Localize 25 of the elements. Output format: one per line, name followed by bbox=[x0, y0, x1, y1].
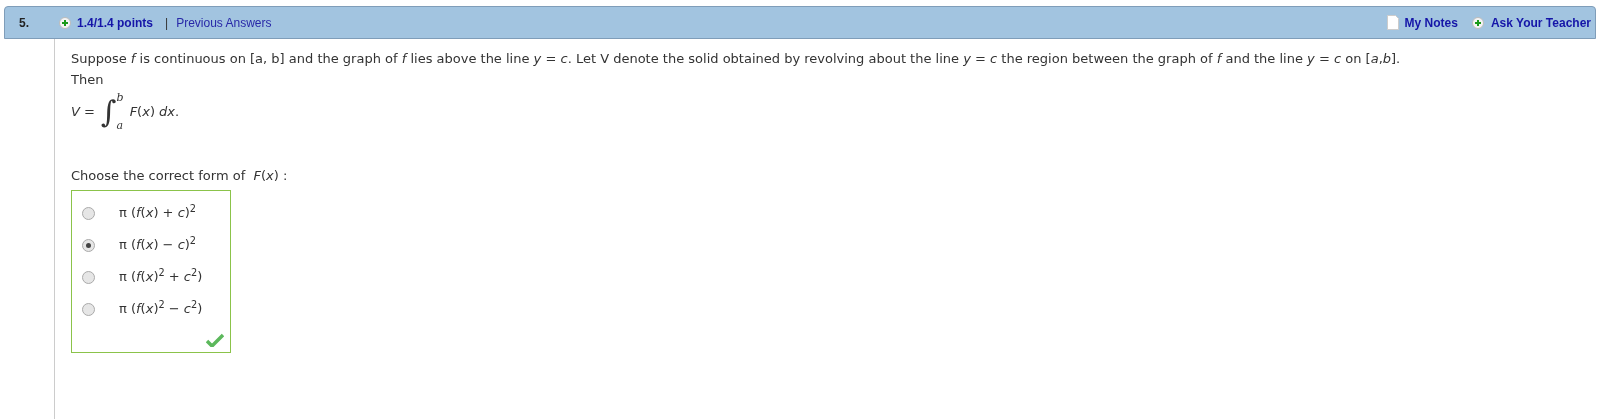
checkmark-icon bbox=[206, 333, 224, 347]
my-notes-link[interactable]: My Notes bbox=[1404, 13, 1458, 32]
integral-sign: ∫ bbox=[100, 94, 117, 131]
then-label: Then bbox=[71, 71, 105, 89]
formula-lhs: V = bbox=[71, 103, 95, 122]
previous-answers-link[interactable]: Previous Answers bbox=[176, 13, 272, 32]
answer-option: π (f(x)$^{2}$ + c$^{2}$) bbox=[119, 267, 203, 287]
radio-button[interactable] bbox=[82, 206, 95, 220]
ask-teacher-link[interactable]: Ask Your Teacher bbox=[1490, 13, 1591, 32]
integrand: F(x) dx. bbox=[129, 103, 180, 122]
radio-button[interactable] bbox=[82, 302, 95, 316]
upper-limit: b bbox=[116, 92, 124, 104]
lower-limit: a bbox=[116, 120, 124, 132]
answer-option: π (f(x) − c)$^{2}$ bbox=[119, 235, 197, 255]
note-icon bbox=[1386, 15, 1399, 30]
radio-button[interactable] bbox=[82, 238, 95, 252]
question-number: 5. bbox=[19, 14, 30, 32]
prompt-text: Choose the correct form of F(x) : bbox=[71, 167, 289, 185]
points-label: 1.4/1.4 points bbox=[77, 14, 154, 32]
radio-button[interactable] bbox=[82, 270, 95, 284]
plus-icon bbox=[1471, 16, 1484, 29]
answer-option: π (f(x)$^{2}$ − c$^{2}$) bbox=[119, 299, 203, 319]
plus-icon bbox=[59, 16, 71, 29]
answer-option: π (f(x) + c)$^{2}$ bbox=[119, 203, 197, 223]
separator: | bbox=[165, 14, 169, 32]
